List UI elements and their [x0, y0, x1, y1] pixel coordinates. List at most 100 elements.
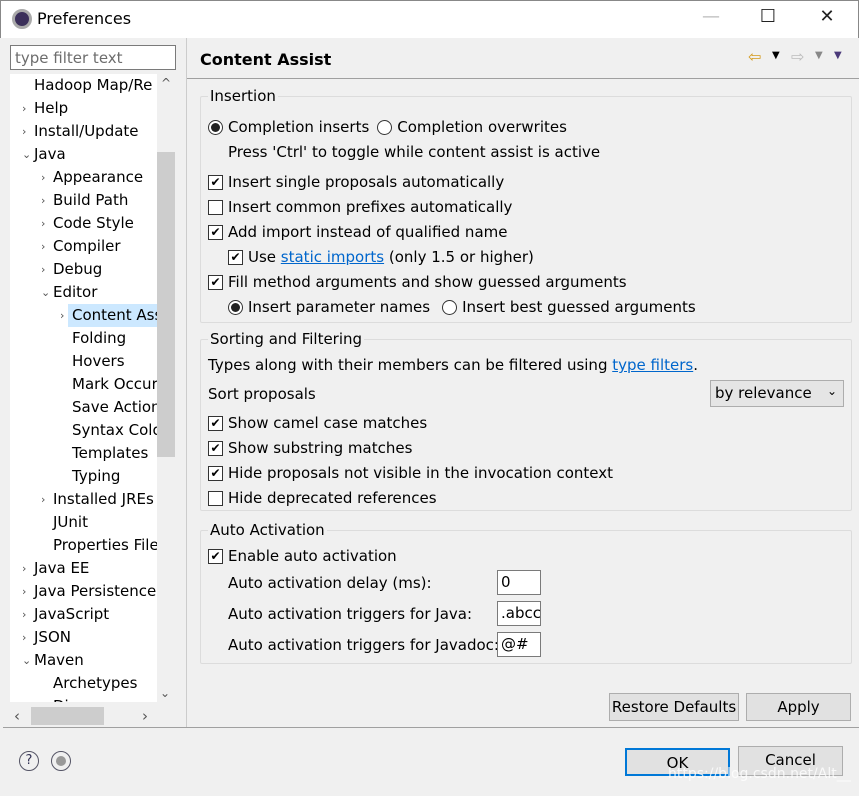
sort-proposals-value: by relevance: [715, 384, 812, 402]
tree-item[interactable]: › Content Assist: [60, 304, 157, 327]
expand-arrow-icon[interactable]: ›: [41, 258, 45, 281]
java-triggers-input[interactable]: .abcc: [497, 601, 541, 626]
tree-item[interactable]: Templates: [10, 442, 157, 465]
single-proposals-checkbox[interactable]: ✔: [208, 174, 223, 190]
tree-item[interactable]: › Install/Update: [10, 120, 157, 143]
type-filters-link[interactable]: type filters: [612, 356, 693, 374]
tree-item-label: Discovery: [53, 695, 127, 702]
static-imports-note: (only 1.5 or higher): [384, 248, 534, 266]
best-guessed-radio[interactable]: [442, 299, 458, 315]
completion-overwrites-radio[interactable]: [377, 119, 393, 135]
scroll-down-icon[interactable]: ⌄: [160, 686, 170, 700]
apply-button[interactable]: Apply: [746, 693, 851, 721]
tree-item[interactable]: › Compiler: [10, 235, 157, 258]
oomph-record-icon[interactable]: [51, 751, 71, 771]
forward-arrow-icon[interactable]: ⇨: [791, 47, 804, 66]
completion-inserts-radio[interactable]: [208, 119, 223, 135]
delay-input[interactable]: 0: [497, 570, 541, 595]
tree-item-label: Typing: [72, 467, 121, 485]
tree-item[interactable]: Discovery: [10, 695, 157, 702]
tree-item[interactable]: › Help: [10, 97, 157, 120]
close-button[interactable]: ✕: [812, 6, 842, 27]
tree-item[interactable]: Save Actions: [10, 396, 157, 419]
expand-arrow-icon[interactable]: ›: [22, 580, 26, 603]
back-arrow-icon[interactable]: ⇦: [748, 47, 761, 66]
collapse-arrow-icon[interactable]: ⌄: [22, 649, 31, 672]
tree-item[interactable]: Typing: [10, 465, 157, 488]
tree-item-label: Help: [34, 99, 69, 117]
expand-arrow-icon[interactable]: ›: [41, 212, 45, 235]
tree-item-label: Editor: [53, 283, 98, 301]
tree-item[interactable]: Archetypes: [10, 672, 157, 695]
hide-invisible-checkbox[interactable]: ✔: [208, 465, 223, 481]
tree-item[interactable]: ⌄ Maven: [10, 649, 157, 672]
add-import-checkbox[interactable]: ✔: [208, 224, 223, 240]
tree-item[interactable]: Syntax Coloring: [10, 419, 157, 442]
static-imports-link[interactable]: static imports: [281, 248, 384, 266]
expand-arrow-icon[interactable]: ›: [22, 557, 26, 580]
camel-case-checkbox[interactable]: ✔: [208, 415, 223, 431]
tree-item-label: Mark Occurrences: [72, 375, 157, 393]
description-period: .: [693, 356, 698, 374]
minimize-button[interactable]: —: [696, 6, 726, 27]
tree-item[interactable]: Folding: [10, 327, 157, 350]
tree-item[interactable]: Hadoop Map/Re: [10, 74, 157, 97]
java-triggers-label: Auto activation triggers for Java:: [228, 605, 473, 623]
hide-invisible-label: Hide proposals not visible in the invoca…: [228, 464, 614, 482]
tree-item[interactable]: ⌄ Editor: [10, 281, 157, 304]
expand-arrow-icon[interactable]: ›: [41, 488, 45, 511]
tree-item[interactable]: › Appearance: [10, 166, 157, 189]
tree-item[interactable]: › JavaScript: [10, 603, 157, 626]
substring-checkbox[interactable]: ✔: [208, 440, 223, 456]
vertical-scroll-thumb[interactable]: [157, 152, 175, 457]
expand-arrow-icon[interactable]: ›: [22, 97, 26, 120]
restore-defaults-button[interactable]: Restore Defaults: [609, 693, 739, 721]
scroll-up-icon[interactable]: ^: [161, 76, 171, 90]
tree-item[interactable]: › Code Style: [10, 212, 157, 235]
tree-item[interactable]: Hovers: [10, 350, 157, 373]
help-icon[interactable]: ?: [19, 751, 39, 771]
expand-arrow-icon[interactable]: ›: [60, 304, 64, 327]
forward-history-dropdown-icon[interactable]: ▼: [815, 50, 823, 61]
tree-item[interactable]: JUnit: [10, 511, 157, 534]
filter-input[interactable]: [10, 45, 176, 70]
tree-item[interactable]: › Installed JREs: [10, 488, 157, 511]
tree-item[interactable]: › JSON: [10, 626, 157, 649]
expand-arrow-icon[interactable]: ›: [22, 626, 26, 649]
expand-arrow-icon[interactable]: ›: [41, 189, 45, 212]
scroll-right-icon[interactable]: ›: [142, 707, 148, 725]
tree-item-label: JSON: [34, 628, 71, 646]
tree-item[interactable]: ⌄ Java: [10, 143, 157, 166]
common-prefixes-checkbox[interactable]: [208, 199, 223, 215]
sort-proposals-select[interactable]: by relevance ⌄: [710, 380, 844, 407]
tree-item[interactable]: › Java Persistence: [10, 580, 157, 603]
expand-arrow-icon[interactable]: ›: [22, 603, 26, 626]
static-imports-checkbox[interactable]: ✔: [228, 249, 243, 265]
tree-item[interactable]: › Build Path: [10, 189, 157, 212]
tree-item[interactable]: › Java EE: [10, 557, 157, 580]
completion-inserts-label: Completion inserts: [228, 118, 370, 136]
tree-item[interactable]: Mark Occurrences: [10, 373, 157, 396]
tree-item-label: Compiler: [53, 237, 121, 255]
expand-arrow-icon[interactable]: ›: [41, 235, 45, 258]
enable-auto-activation-checkbox[interactable]: ✔: [208, 548, 223, 564]
tree-item[interactable]: Properties Files Editor: [10, 534, 157, 557]
toggle-hint: Press 'Ctrl' to toggle while content ass…: [228, 143, 601, 161]
fill-arguments-checkbox[interactable]: ✔: [208, 274, 223, 290]
parameter-names-label: Insert parameter names: [248, 298, 431, 316]
horizontal-scroll-thumb[interactable]: [31, 707, 104, 725]
single-proposals-label: Insert single proposals automatically: [228, 173, 505, 191]
maximize-button[interactable]: ☐: [753, 6, 783, 27]
view-menu-icon[interactable]: ▼: [834, 50, 842, 61]
expand-arrow-icon[interactable]: ›: [41, 166, 45, 189]
tree-item-label: JUnit: [53, 513, 88, 531]
tree-item[interactable]: › Debug: [10, 258, 157, 281]
back-history-dropdown-icon[interactable]: ▼: [772, 50, 780, 61]
collapse-arrow-icon[interactable]: ⌄: [22, 143, 31, 166]
scroll-left-icon[interactable]: ‹: [14, 707, 20, 725]
hide-deprecated-checkbox[interactable]: [208, 490, 223, 506]
collapse-arrow-icon[interactable]: ⌄: [41, 281, 50, 304]
parameter-names-radio[interactable]: [228, 299, 243, 315]
javadoc-triggers-input[interactable]: @#: [497, 632, 541, 657]
expand-arrow-icon[interactable]: ›: [22, 120, 26, 143]
